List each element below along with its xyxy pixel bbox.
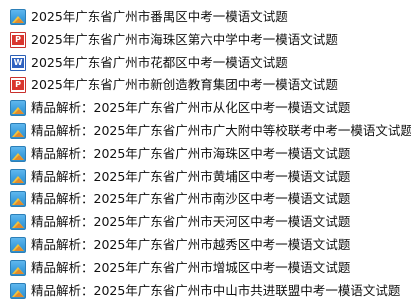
pdf-glyph: P <box>12 80 24 91</box>
image-file-icon <box>10 9 26 25</box>
image-file-icon <box>10 259 26 276</box>
file-name: 2025年广东省广州市海珠区第六中学中考一模语文试题 <box>31 31 338 47</box>
file-name: 精品解析：2025年广东省广州市海珠区中考一模语文试题 <box>31 145 351 161</box>
file-list: 2025年广东省广州市番禺区中考一模语文试题 P 2025年广东省广州市海珠区第… <box>0 0 411 299</box>
file-name: 精品解析：2025年广东省广州市南沙区中考一模语文试题 <box>31 191 351 207</box>
file-list-item[interactable]: 精品解析：2025年广东省广州市中山市共进联盟中考一模语文试题 <box>0 281 411 301</box>
file-name: 精品解析：2025年广东省广州市增城区中考一模语文试题 <box>31 259 351 275</box>
file-name: 2025年广东省广州市花都区中考一模语文试题 <box>31 54 288 70</box>
word-glyph: W <box>12 57 24 68</box>
file-list-item[interactable]: P 2025年广东省广州市新创造教育集团中考一模语文试题 <box>0 75 411 95</box>
file-name: 2025年广东省广州市新创造教育集团中考一模语文试题 <box>31 77 338 93</box>
pdf-file-icon: P <box>10 31 26 48</box>
image-file-icon <box>10 122 26 139</box>
file-list-item[interactable]: W 2025年广东省广州市花都区中考一模语文试题 <box>0 53 411 73</box>
file-name: 精品解析：2025年广东省广州市中山市共进联盟中考一模语文试题 <box>31 282 401 298</box>
file-name: 精品解析：2025年广东省广州市从化区中考一模语文试题 <box>31 100 351 116</box>
image-file-icon <box>10 214 26 231</box>
file-name: 精品解析：2025年广东省广州市黄埔区中考一模语文试题 <box>31 168 351 184</box>
word-file-icon: W <box>10 54 26 71</box>
file-list-item[interactable]: 精品解析：2025年广东省广州市广大附中等校联考中考一模语文试题 <box>0 121 411 141</box>
image-file-icon <box>10 168 26 185</box>
file-list-item[interactable]: 精品解析：2025年广东省广州市海珠区中考一模语文试题 <box>0 144 411 164</box>
file-list-item[interactable]: 精品解析：2025年广东省广州市黄埔区中考一模语文试题 <box>0 167 411 187</box>
image-file-icon <box>10 145 26 162</box>
image-file-icon <box>10 100 26 117</box>
file-list-item[interactable]: P 2025年广东省广州市海珠区第六中学中考一模语文试题 <box>0 30 411 50</box>
file-list-item[interactable]: 精品解析：2025年广东省广州市越秀区中考一模语文试题 <box>0 235 411 255</box>
file-name: 精品解析：2025年广东省广州市广大附中等校联考中考一模语文试题 <box>31 122 411 138</box>
image-file-icon <box>10 236 26 253</box>
file-name: 精品解析：2025年广东省广州市天河区中考一模语文试题 <box>31 214 351 230</box>
pdf-file-icon: P <box>10 77 26 94</box>
file-list-item[interactable]: 精品解析：2025年广东省广州市从化区中考一模语文试题 <box>0 98 411 118</box>
file-name: 2025年广东省广州市番禺区中考一模语文试题 <box>31 9 288 24</box>
image-file-icon <box>10 191 26 208</box>
file-list-item[interactable]: 2025年广东省广州市番禺区中考一模语文试题 <box>0 7 411 27</box>
file-name: 精品解析：2025年广东省广州市越秀区中考一模语文试题 <box>31 236 351 252</box>
file-list-item[interactable]: 精品解析：2025年广东省广州市增城区中考一模语文试题 <box>0 258 411 278</box>
file-list-item[interactable]: 精品解析：2025年广东省广州市天河区中考一模语文试题 <box>0 212 411 232</box>
file-list-item[interactable]: 精品解析：2025年广东省广州市南沙区中考一模语文试题 <box>0 189 411 209</box>
pdf-glyph: P <box>12 34 24 45</box>
